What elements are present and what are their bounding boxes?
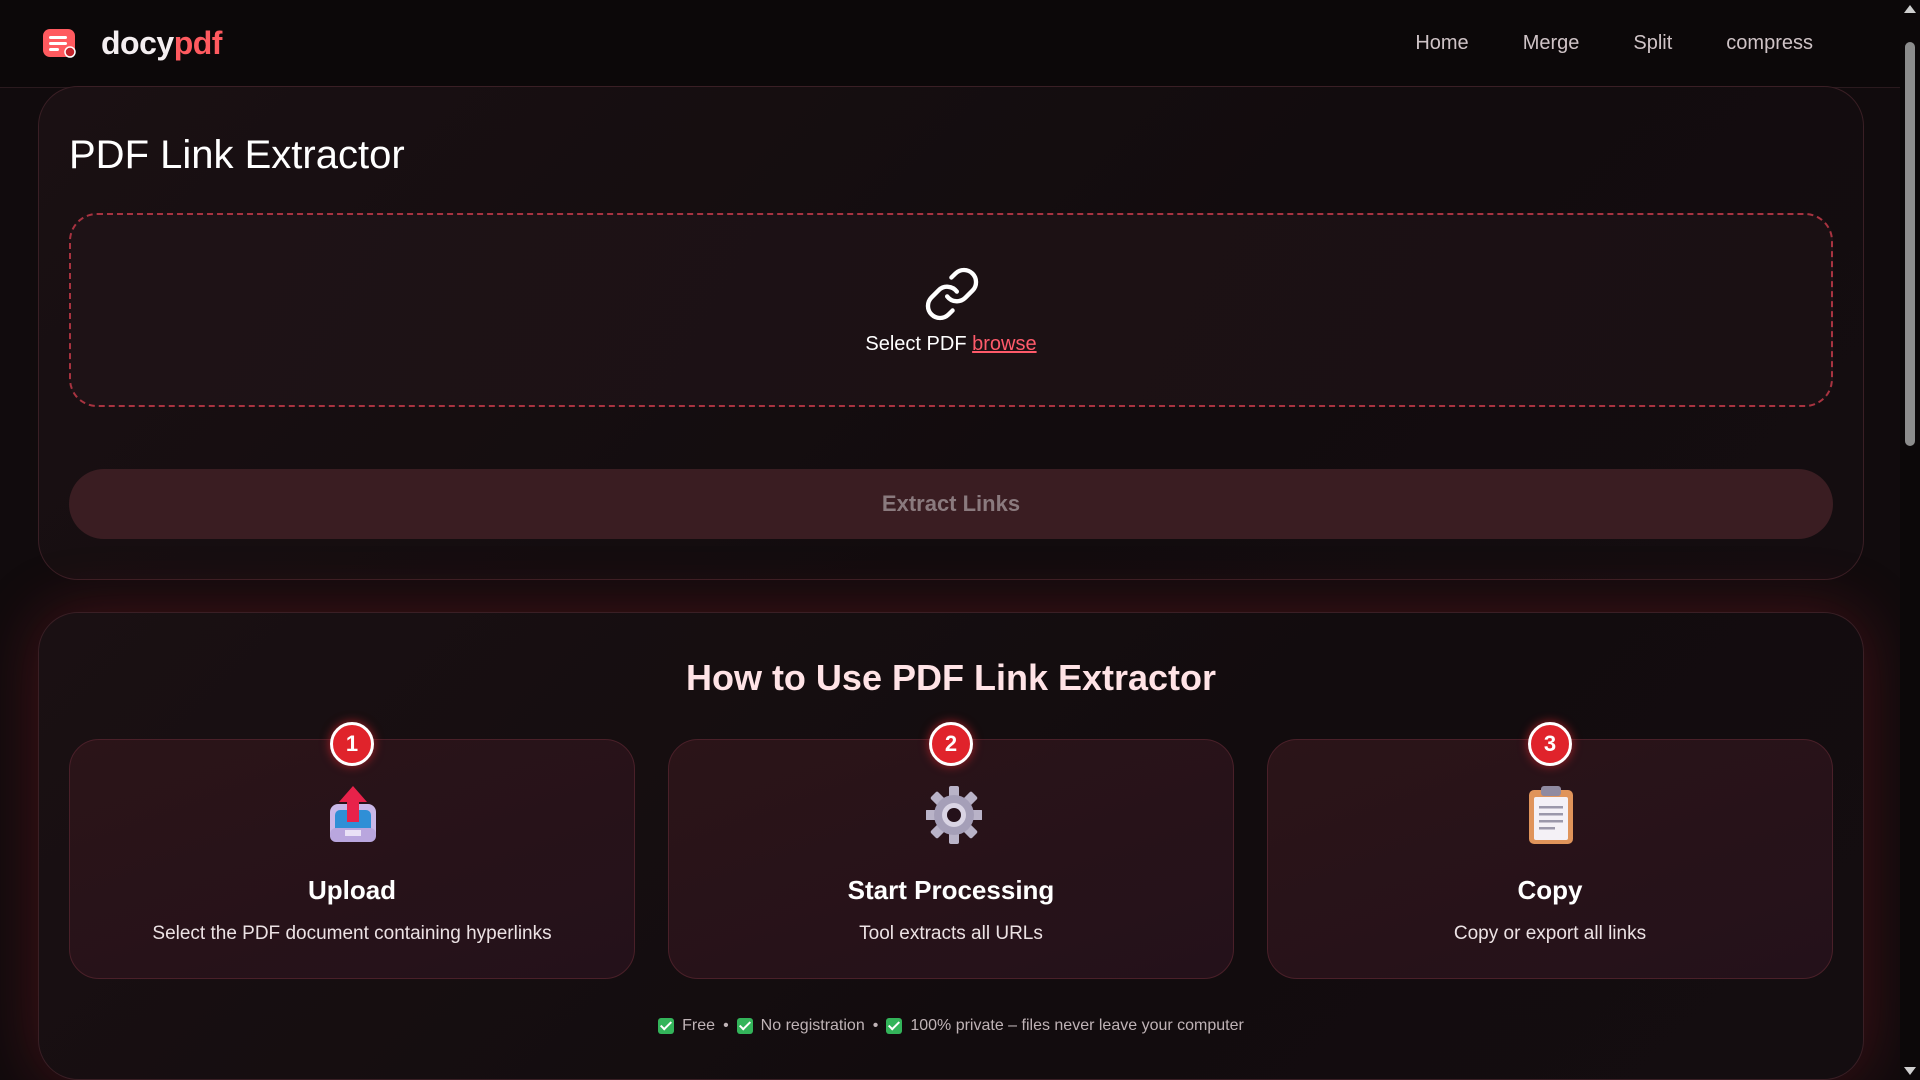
gear-icon <box>925 784 983 846</box>
separator-dot: • <box>872 1017 879 1034</box>
dropzone-text: Select PDF browse <box>71 333 1831 356</box>
pdf-document-icon <box>42 28 78 60</box>
step-card-copy: 3 Copy Copy or export all links <box>1267 722 1833 979</box>
step-number-badge: 3 <box>1528 722 1572 766</box>
separator-dot: • <box>723 1017 729 1034</box>
scroll-up-arrow-icon[interactable] <box>1904 5 1916 13</box>
extract-links-button[interactable]: Extract Links <box>69 469 1833 539</box>
how-to-panel: How to Use PDF Link Extractor 1 Upload S… <box>38 612 1864 1080</box>
dropzone-label: Select PDF <box>865 333 967 355</box>
scroll-down-arrow-icon[interactable] <box>1904 1067 1916 1075</box>
step-number-badge: 1 <box>330 722 374 766</box>
step-title: Copy <box>1517 875 1583 905</box>
step-description: Select the PDF document containing hyper… <box>152 923 552 944</box>
step-title: Start Processing <box>847 875 1055 905</box>
step-card-processing: 2 Start Processing Tool extracts all URL… <box>668 722 1234 979</box>
step-card-upload: 1 Upload Select the PDF document contain… <box>69 722 635 979</box>
brand-name-part1: docy <box>101 25 174 61</box>
pdf-dropzone[interactable]: Select PDF browse <box>69 213 1833 407</box>
feature-free: Free <box>682 1017 716 1034</box>
step-description: Copy or export all links <box>1453 923 1647 944</box>
clipboard-icon <box>1525 784 1577 846</box>
main-nav: Home Merge Split compress <box>1388 32 1840 55</box>
top-navigation-bar: docypdf Home Merge Split compress <box>0 0 1900 88</box>
upload-inbox-icon <box>327 784 379 846</box>
nav-link-compress[interactable]: compress <box>1699 32 1840 55</box>
brand-name: docypdf <box>101 25 222 62</box>
nav-link-home[interactable]: Home <box>1388 32 1495 55</box>
step-title: Upload <box>307 875 397 905</box>
link-icon <box>923 265 981 323</box>
tool-panel: PDF Link Extractor Select PDF browse Ext… <box>38 86 1864 580</box>
browse-link[interactable]: browse <box>972 333 1036 355</box>
brand-logo-link[interactable]: docypdf <box>42 25 222 62</box>
nav-link-merge[interactable]: Merge <box>1496 32 1607 55</box>
feature-list: Free • No registration • 100% private – … <box>39 1017 1863 1035</box>
check-icon <box>886 1018 903 1034</box>
step-number-badge: 2 <box>929 722 973 766</box>
feature-private: 100% private – files never leave your co… <box>910 1017 1244 1034</box>
nav-link-split[interactable]: Split <box>1606 32 1699 55</box>
step-description: Tool extracts all URLs <box>859 923 1043 944</box>
page-scrollbar[interactable] <box>1900 0 1920 1080</box>
feature-no-registration: No registration <box>760 1017 865 1034</box>
check-icon <box>736 1018 753 1034</box>
page-title: PDF Link Extractor <box>69 133 405 177</box>
scrollbar-thumb[interactable] <box>1905 42 1915 446</box>
check-icon <box>658 1018 675 1034</box>
how-to-title: How to Use PDF Link Extractor <box>685 657 1217 698</box>
brand-name-part2: pdf <box>173 25 223 61</box>
